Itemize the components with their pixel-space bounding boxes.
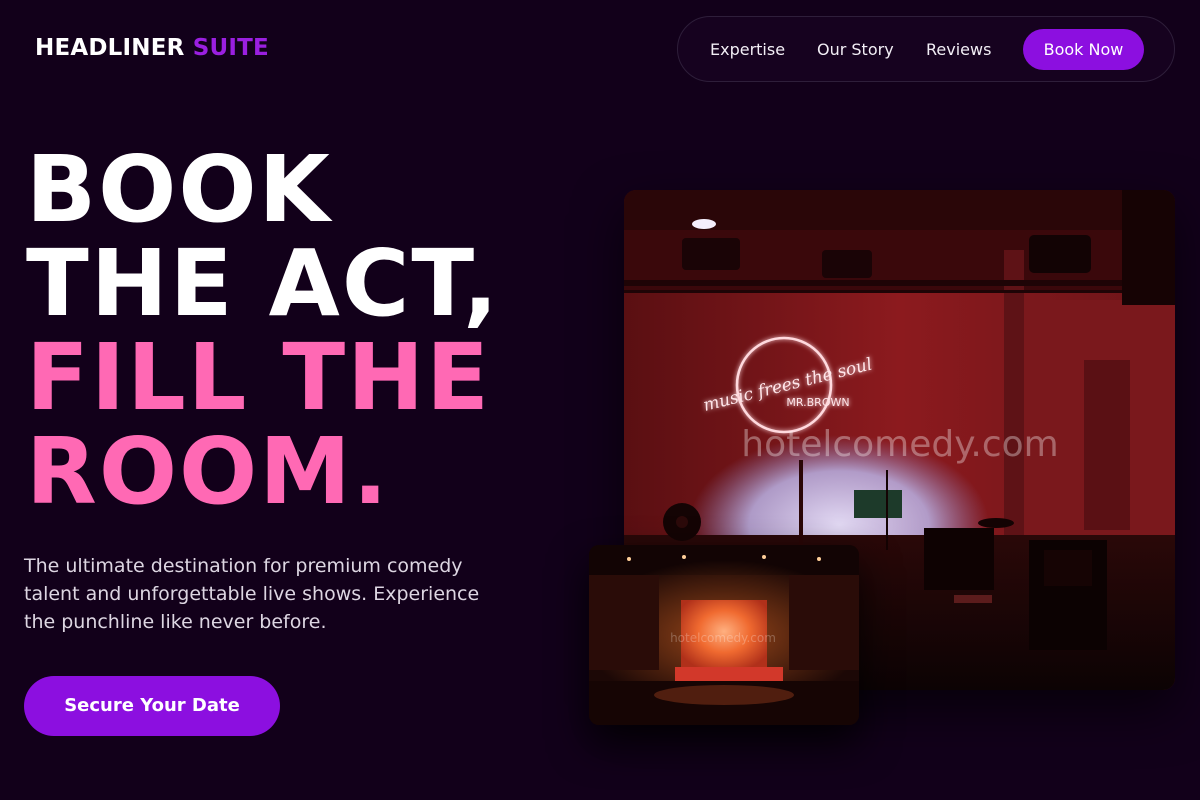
brand-name: HEADLINER	[35, 35, 185, 61]
headline-line-2: THE ACT,	[26, 230, 500, 337]
stage-photo-small: hotelcomedy.com	[589, 545, 859, 725]
hero-headline: BOOK THE ACT, FILL THE ROOM.	[26, 143, 500, 519]
watermark-small: hotelcomedy.com	[670, 631, 776, 645]
book-now-button[interactable]: Book Now	[1023, 29, 1144, 70]
brand-name-accent: SUITE	[192, 35, 269, 61]
ceiling-light-icon	[692, 219, 716, 229]
headline-line-3: FILL THE	[26, 324, 491, 431]
watermark-main: hotelcomedy.com	[741, 424, 1059, 465]
secure-date-button[interactable]: Secure Your Date	[24, 676, 280, 736]
nav-link-reviews[interactable]: Reviews	[926, 40, 991, 60]
headline-line-1: BOOK	[26, 136, 332, 243]
headline-line-4: ROOM.	[26, 418, 390, 525]
cymbal-icon	[978, 518, 1014, 528]
nav-link-expertise[interactable]: Expertise	[710, 40, 785, 60]
main-nav: Expertise Our Story Reviews Book Now	[677, 16, 1175, 82]
brand-logo[interactable]: HEADLINER SUITE	[35, 34, 269, 62]
neon-text-sub: MR.BROWN	[786, 396, 849, 409]
hero-subtitle: The ultimate destination for premium com…	[24, 555, 480, 633]
nav-link-our-story[interactable]: Our Story	[817, 40, 894, 60]
